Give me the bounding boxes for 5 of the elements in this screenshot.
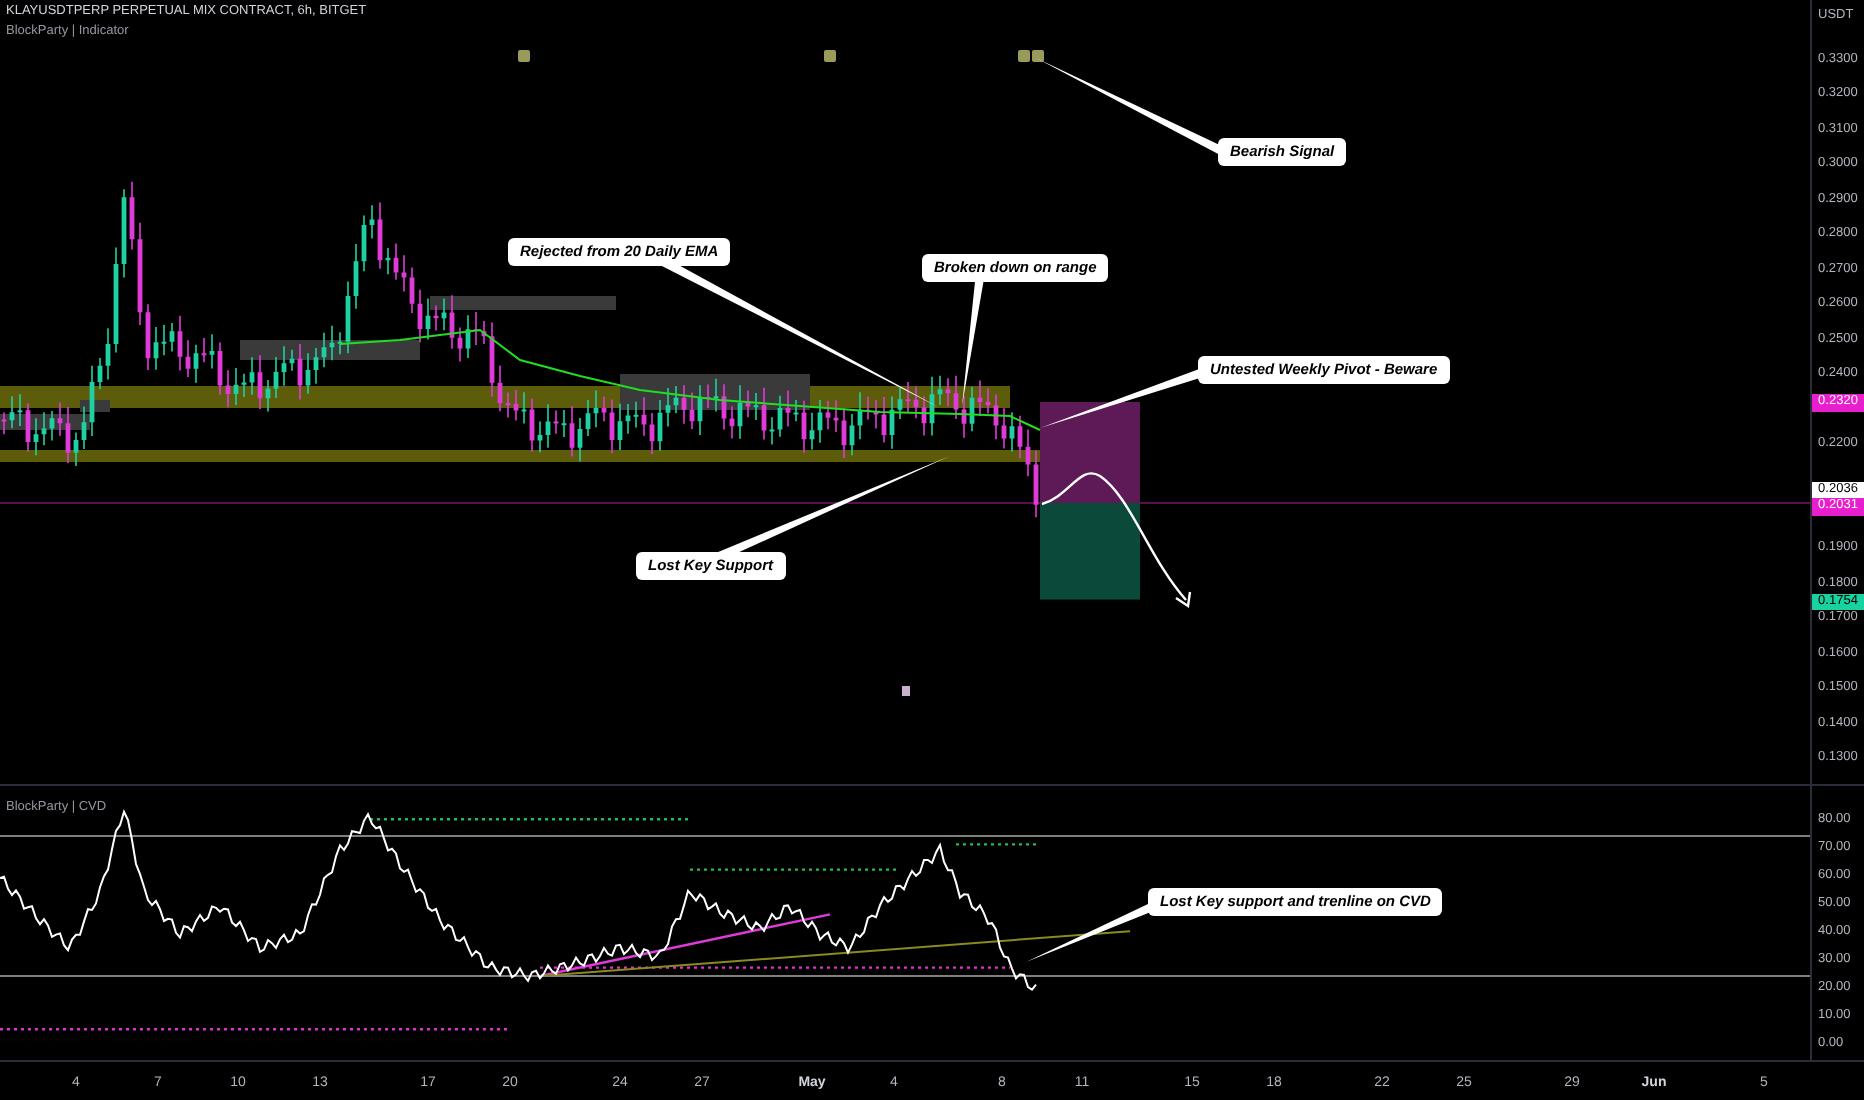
marker-icon	[902, 686, 910, 696]
signal-marker	[824, 50, 836, 62]
take-profit-zone	[1040, 502, 1140, 600]
signal-marker	[518, 50, 530, 62]
dotted-level-line	[956, 843, 1040, 846]
